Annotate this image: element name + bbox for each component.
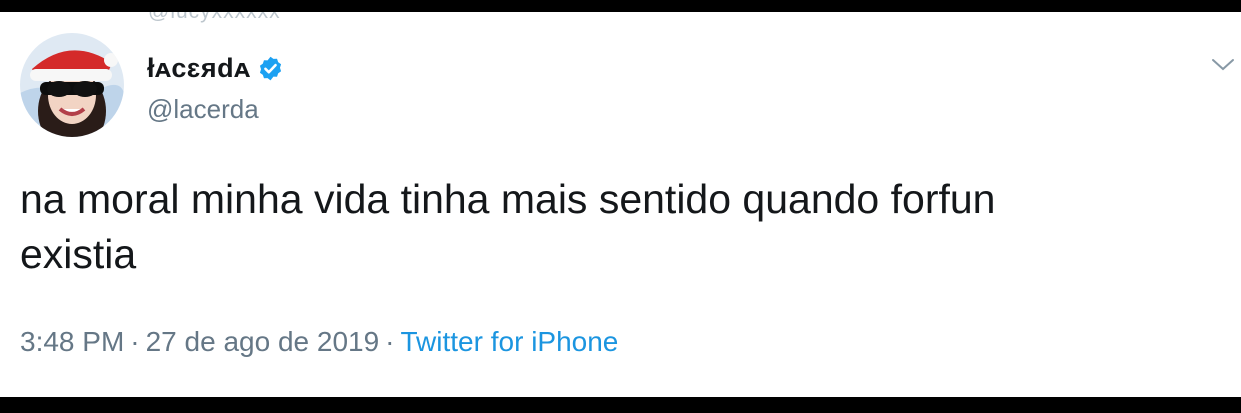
tweet-source-link[interactable]: Twitter for iPhone	[401, 326, 619, 357]
verified-badge-icon	[257, 55, 284, 82]
avatar-santa-hat-sunglasses-icon	[20, 33, 124, 137]
meta-separator: ·	[130, 326, 140, 357]
tweet-text: na moral minha vida tinha mais sentido q…	[20, 176, 996, 277]
chevron-down-icon	[1212, 59, 1234, 71]
display-name-text[interactable]: łᴀcɛᴙdᴀ	[147, 53, 250, 84]
cropped-previous-handle: @lucyxxxxxx	[148, 12, 281, 24]
tweet-menu-button[interactable]	[1210, 56, 1236, 74]
avatar[interactable]	[20, 33, 124, 137]
author-handle[interactable]: @lacerda	[147, 94, 259, 125]
author-display-name[interactable]: łᴀcɛᴙdᴀ	[147, 53, 284, 84]
tweet-date[interactable]: 27 de ago de 2019	[146, 326, 380, 357]
tweet-metadata: 3:48 PM · 27 de ago de 2019 · Twitter for iP…	[20, 326, 618, 358]
meta-separator: ·	[385, 326, 395, 357]
tweet-time[interactable]: 3:48 PM	[20, 326, 124, 357]
tweet-card: @lucyxxxxxx łᴀcɛᴙdᴀ @lacerda	[0, 12, 1241, 397]
